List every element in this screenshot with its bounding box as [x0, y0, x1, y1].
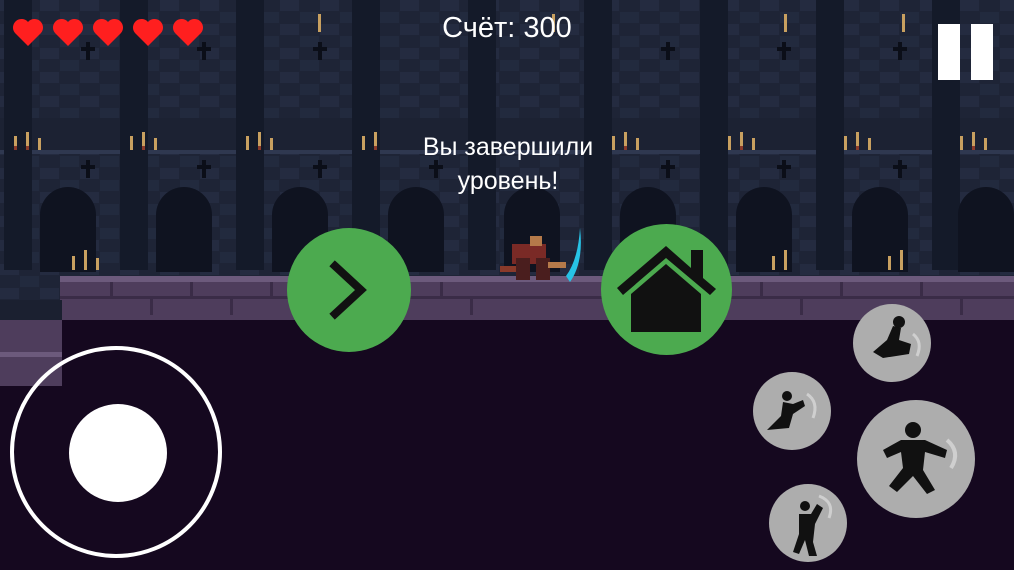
- ninja-kick-icon: [793, 494, 833, 556]
- pause-button[interactable]: [938, 24, 996, 80]
- home-button[interactable]: [601, 224, 732, 355]
- message-line-2: уровень!: [457, 167, 559, 195]
- chevron-right-icon: [329, 260, 367, 320]
- ninja-attack-icon: [883, 422, 958, 494]
- pause-icon: [971, 24, 993, 80]
- ninja-strike-icon: [767, 391, 817, 430]
- score-label: Счёт: 300: [442, 12, 572, 44]
- skill-button-kick[interactable]: [769, 484, 847, 562]
- skill-button-dash[interactable]: [853, 304, 931, 382]
- joystick-knob[interactable]: [69, 404, 167, 502]
- message-line-1: Вы завершили: [422, 133, 594, 161]
- ninja-dash-icon: [873, 316, 921, 358]
- pause-icon: [938, 24, 960, 80]
- next-level-button[interactable]: [287, 228, 411, 352]
- home-icon: [617, 246, 716, 332]
- skill-button-attack[interactable]: [857, 400, 975, 518]
- level-complete-message: Вы завершили уровень!: [380, 130, 636, 198]
- skill-button-strike[interactable]: [753, 372, 831, 450]
